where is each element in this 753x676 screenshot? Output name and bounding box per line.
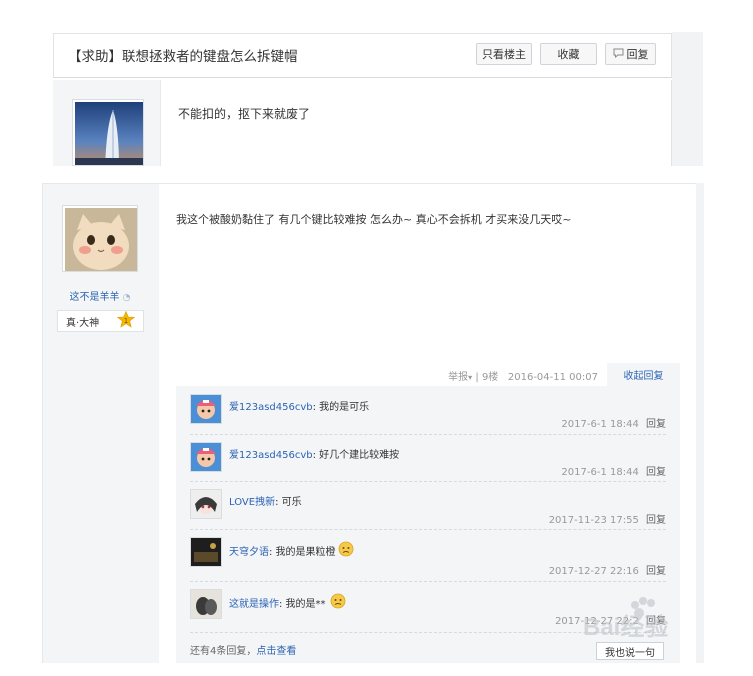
meta-space — [502, 372, 505, 383]
more-replies-count: 还有4条回复， — [190, 646, 257, 657]
reply-to-button[interactable]: 回复 — [646, 515, 666, 526]
chopper-avatar-image — [191, 395, 221, 423]
report-label: 举报 — [448, 372, 469, 383]
reply-text: : 我的是果粒橙 — [269, 547, 336, 558]
reply-to-button[interactable]: 回复 — [646, 467, 666, 478]
collapse-label: 收起回复 — [623, 371, 664, 382]
reply-to-button[interactable]: 回复 — [646, 566, 666, 577]
thread-title: 【求助】联想拯救者的键盘怎么拆键帽 — [68, 49, 298, 65]
floor-number: 9楼 — [481, 372, 499, 383]
reply-to-button[interactable]: 回复 — [646, 419, 666, 430]
level-badge[interactable]: 真·大神 1 — [57, 310, 144, 332]
list-item: 天穹夕语 : 我的是果粒橙 2017-12-27 22:16 回复 — [190, 529, 666, 582]
reply-text: : 好几个建比较难按 — [312, 450, 400, 461]
tower-photo — [75, 102, 143, 165]
username-text: 这不是羊羊 — [69, 292, 120, 303]
photo-avatar-image — [191, 590, 221, 618]
report-link[interactable]: 举报▾ — [448, 372, 472, 383]
level-number: 1 — [124, 317, 128, 325]
reply-line: 这就是操作 : 我的是** — [229, 593, 346, 612]
reply-meta: 2017-11-23 17:55 回复 — [549, 511, 666, 526]
reply-avatar[interactable] — [190, 489, 222, 519]
post-time: 2016-04-11 00:07 — [507, 372, 598, 383]
reply-text: : 我的是可乐 — [312, 402, 370, 413]
reply-avatar[interactable] — [190, 442, 222, 472]
post-1-content: 不能扣的，抠下来就废了 — [178, 107, 311, 121]
only-op-label: 只看楼主 — [482, 48, 526, 61]
reply-line: 天穹夕语 : 我的是果粒橙 — [229, 541, 354, 560]
dark-avatar-image — [191, 538, 221, 566]
reply-username[interactable]: LOVE拽新 — [229, 493, 275, 508]
reply-meta: 2017-6-1 18:44 回复 — [561, 415, 666, 430]
reply-time: 2017-6-1 18:44 — [561, 419, 639, 430]
more-replies: 还有4条回复，点击查看 — [190, 642, 296, 657]
emoji-icon — [330, 593, 346, 612]
emoji-icon — [338, 541, 354, 560]
right-strip — [672, 32, 703, 166]
right-strip-lower — [696, 183, 704, 663]
favorite-button[interactable]: 收藏 — [540, 43, 597, 65]
reply-avatar[interactable] — [190, 589, 222, 619]
post-1-body — [160, 80, 672, 166]
reply-avatar[interactable] — [190, 394, 222, 424]
reply-label: 回复 — [626, 48, 649, 61]
reply-username[interactable]: 爱123asd456cvb — [229, 398, 313, 413]
reply-time: 2017-11-23 17:55 — [548, 515, 639, 526]
avatar[interactable] — [72, 99, 144, 166]
reply-username[interactable]: 爱123asd456cvb — [229, 446, 313, 461]
reply-text: : 我的是** — [279, 599, 326, 610]
view-more-link[interactable]: 点击查看 — [256, 646, 296, 657]
reply-username[interactable]: 天穹夕语 — [229, 543, 269, 558]
reply-time: 2017-6-1 18:44 — [561, 467, 639, 478]
tag-icon: ◔ — [122, 293, 131, 303]
reply-time: 2017-12-27 22:16 — [548, 566, 639, 577]
reply-line: LOVE拽新 : 可乐 — [229, 493, 302, 508]
collapse-replies-button[interactable]: 收起回复 — [607, 363, 680, 386]
watermark-text: Bai经验 — [583, 613, 668, 641]
reply-meta: 2017-6-1 18:44 回复 — [561, 463, 666, 478]
list-item: 爱123asd456cvb : 我的是可乐 2017-6-1 18:44 回复 — [190, 386, 666, 435]
favorite-label: 收藏 — [557, 48, 580, 61]
only-op-button[interactable]: 只看楼主 — [476, 43, 532, 65]
reply-avatar[interactable] — [190, 537, 222, 567]
reply-line: 爱123asd456cvb : 我的是可乐 — [229, 398, 369, 413]
username-link[interactable]: 这不是羊羊 ◔ — [43, 288, 157, 303]
level-name: 真·大神 — [66, 317, 100, 329]
level-star-icon: 1 — [116, 310, 136, 331]
reply-line: 爱123asd456cvb : 好几个建比较难按 — [229, 446, 399, 461]
post-2-content: 我这个被酸奶黏住了 有几个键比较难按 怎么办~ 真心不会拆机 才买来没几天哎~ — [176, 213, 572, 226]
reply-username[interactable]: 这就是操作 — [229, 595, 279, 610]
post-1 — [53, 80, 672, 166]
caret-down-icon: ▾ — [468, 373, 473, 382]
post-meta: 举报▾ | 9楼 2016-04-11 00:07 收起回复 — [176, 363, 680, 386]
watermark-logo: Bai经验 — [583, 595, 723, 645]
user-avatar[interactable] — [62, 205, 138, 272]
list-item: LOVE拽新 : 可乐 2017-11-23 17:55 回复 — [190, 481, 666, 530]
anime-avatar-image — [191, 490, 221, 518]
list-item: 爱123asd456cvb : 好几个建比较难按 2017-6-1 18:44 … — [190, 434, 666, 482]
reply-meta: 2017-12-27 22:16 回复 — [549, 562, 666, 577]
cat-photo — [65, 208, 137, 271]
reply-text: : 可乐 — [275, 497, 302, 508]
comment-icon — [613, 48, 624, 61]
post-meta-info: 举报▾ | 9楼 2016-04-11 00:07 — [448, 368, 598, 383]
reply-button[interactable]: 回复 — [605, 43, 656, 65]
chopper-avatar-image — [191, 443, 221, 471]
add-comment-label: 我也说一句 — [605, 647, 655, 659]
